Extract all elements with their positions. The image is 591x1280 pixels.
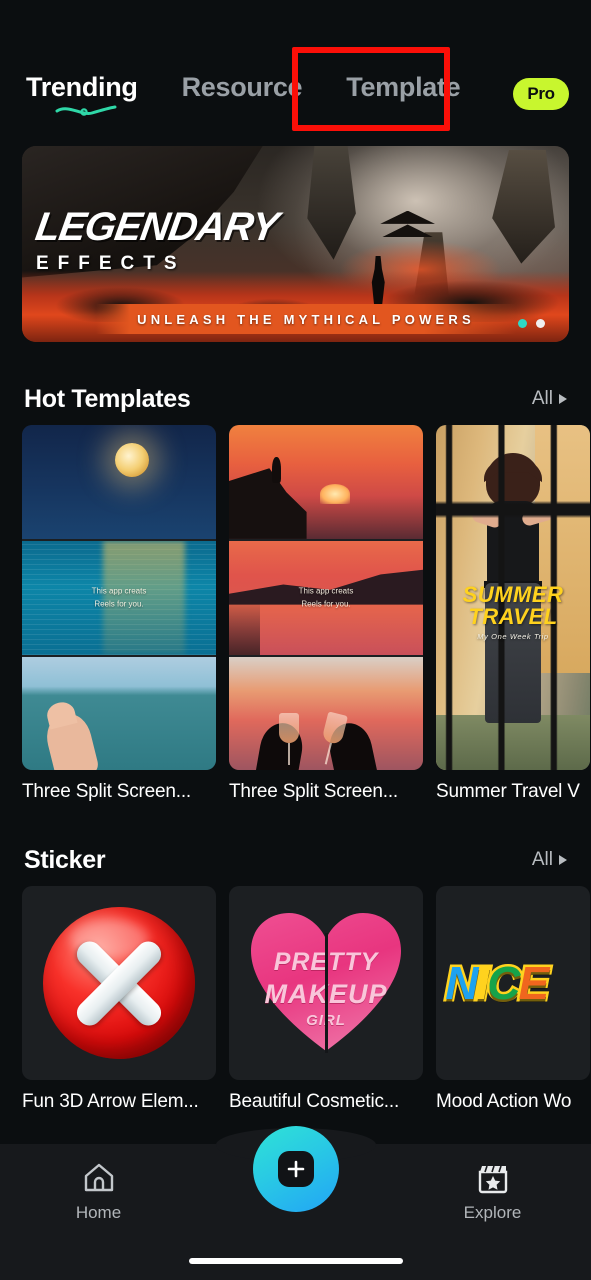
banner-ribbon-label: UNLEASH THE MYTHICAL POWERS <box>137 311 475 327</box>
hot-templates-row[interactable]: This app creats Reels for you. Three Spl… <box>0 425 591 803</box>
tab-bar: Trending Resource Template <box>26 72 461 116</box>
banner-title: LEGENDARY <box>32 205 281 249</box>
nice-word-sticker-icon: N I C E <box>443 955 552 1012</box>
create-button[interactable] <box>252 1126 339 1212</box>
nav-label-explore: Explore <box>463 1203 522 1222</box>
sticker-card-title: Mood Action Wo <box>436 1091 572 1112</box>
chevron-right-icon <box>559 855 567 865</box>
see-all-sticker[interactable]: All <box>532 849 567 871</box>
template-overlay-text: This app creats Reels for you. <box>298 586 354 609</box>
sticker-card[interactable]: Fun 3D Arrow Elem... <box>22 886 216 1113</box>
chevron-right-icon <box>559 394 567 404</box>
section-header-hot-templates: Hot Templates All <box>0 379 591 419</box>
template-card[interactable]: SUMMER TRAVEL My One Week Trip Summer Tr… <box>436 425 590 803</box>
sticker-card[interactable]: N I C E Mood Action Wo <box>436 886 590 1113</box>
clapperboard-star-icon <box>478 1165 507 1194</box>
template-card-title: Three Split Screen... <box>22 781 191 802</box>
header: Trending Resource Template Pro <box>0 0 591 140</box>
nav-label-home: Home <box>75 1203 122 1222</box>
red-cross-sticker-icon <box>43 907 195 1059</box>
section-title-sticker: Sticker <box>24 845 106 874</box>
tab-trending[interactable]: Trending <box>26 72 138 116</box>
tab-resource-label: Resource <box>181 72 303 102</box>
see-all-hot-templates[interactable]: All <box>532 388 567 410</box>
carousel-dots[interactable] <box>518 319 545 328</box>
bottom-navigation-bar: Home Explore <box>0 1126 591 1280</box>
tab-template[interactable]: Template <box>346 72 460 103</box>
banner-text-block: LEGENDARY EFFECTS <box>32 205 296 275</box>
home-indicator <box>188 1258 403 1264</box>
trending-underline-icon <box>55 105 117 116</box>
sticker-card-title: Beautiful Cosmetic... <box>229 1091 400 1112</box>
template-thumbnail[interactable]: This app creats Reels for you. <box>229 425 423 770</box>
see-all-label: All <box>531 849 553 870</box>
promo-banner-carousel[interactable]: LEGENDARY EFFECTS UNLEASH THE MYTHICAL P… <box>22 146 569 342</box>
plus-icon <box>277 1151 314 1187</box>
banner-ribbon: UNLEASH THE MYTHICAL POWERS <box>96 304 516 334</box>
nav-item-explore[interactable]: Explore <box>418 1162 568 1223</box>
template-overlay-text: This app creats Reels for you. <box>91 586 147 609</box>
section-title-hot-templates: Hot Templates <box>24 384 191 413</box>
sticker-thumbnail[interactable] <box>22 886 216 1080</box>
template-thumbnail[interactable]: SUMMER TRAVEL My One Week Trip <box>436 425 590 770</box>
sticker-thumbnail[interactable]: PRETTY MAKEUP GIRL <box>229 886 423 1080</box>
tab-trending-label: Trending <box>26 72 138 102</box>
tab-resource[interactable]: Resource <box>182 72 303 103</box>
template-card-title: Summer Travel V <box>436 781 580 802</box>
sticker-row[interactable]: Fun 3D Arrow Elem... PRETTY MAKEUP GIRL … <box>0 886 591 1113</box>
carousel-dot-active[interactable] <box>518 319 527 328</box>
sticker-card-title: Fun 3D Arrow Elem... <box>22 1091 199 1112</box>
tab-template-label: Template <box>346 72 461 102</box>
app-screen: Trending Resource Template Pro LEGENDARY… <box>0 0 591 1280</box>
template-card[interactable]: This app creats Reels for you. Three Spl… <box>229 425 423 803</box>
pro-badge-label: Pro <box>527 84 555 103</box>
template-overlay-text: SUMMER TRAVEL My One Week Trip <box>462 581 564 641</box>
nav-item-home[interactable]: Home <box>24 1162 174 1223</box>
template-card[interactable]: This app creats Reels for you. Three Spl… <box>22 425 216 803</box>
carousel-dot[interactable] <box>536 319 545 328</box>
pink-heart-sticker-icon: PRETTY MAKEUP GIRL <box>251 913 401 1053</box>
see-all-label: All <box>531 388 553 409</box>
banner-subtitle: EFFECTS <box>36 253 186 274</box>
sticker-thumbnail[interactable]: N I C E <box>436 886 590 1080</box>
template-thumbnail[interactable]: This app creats Reels for you. <box>22 425 216 770</box>
section-header-sticker: Sticker All <box>0 840 591 880</box>
pro-badge[interactable]: Pro <box>513 78 569 110</box>
sticker-card[interactable]: PRETTY MAKEUP GIRL Beautiful Cosmetic... <box>229 886 423 1113</box>
template-card-title: Three Split Screen... <box>229 781 398 802</box>
home-icon <box>84 1163 113 1192</box>
